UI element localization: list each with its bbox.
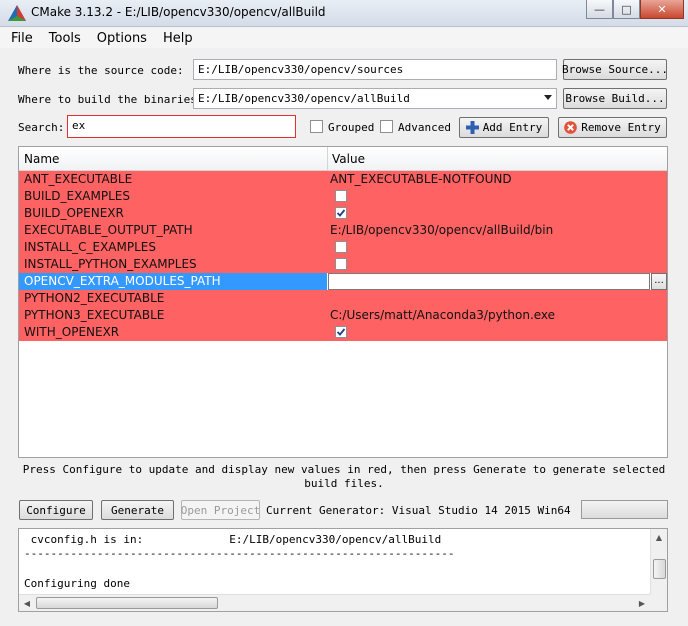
progress-bar	[581, 500, 668, 519]
entry-name: EXECUTABLE_OUTPUT_PATH	[24, 223, 193, 237]
grouped-label: Grouped	[328, 121, 375, 134]
remove-entry-label: Remove Entry	[581, 121, 661, 134]
log-line: Configuring done	[24, 577, 130, 590]
scroll-left-icon[interactable]: ◀	[19, 595, 35, 611]
binaries-path-combo[interactable]: E:/LIB/opencv330/opencv/allBuild	[193, 88, 557, 109]
entry-checkbox[interactable]	[335, 241, 347, 253]
cache-entries-table[interactable]: Name Value ANT_EXECUTABLE ANT_EXECUTABLE…	[18, 146, 668, 458]
add-entry-label: Add Entry	[482, 121, 543, 134]
source-label: Where is the source code:	[18, 64, 184, 77]
title-bar: CMake 3.13.2 - E:/LIB/opencv330/opencv/a…	[0, 0, 688, 27]
menu-bar: File Tools Options Help	[0, 28, 688, 48]
table-header: Name Value	[19, 147, 667, 171]
search-label: Search:	[18, 121, 65, 134]
window-title: CMake 3.13.2 - E:/LIB/opencv330/opencv/a…	[31, 5, 326, 19]
horizontal-scrollbar[interactable]: ◀ ▶	[19, 594, 650, 611]
minimize-button[interactable]: —	[586, 0, 613, 19]
grouped-checkbox[interactable]	[310, 120, 323, 133]
maximize-icon: □	[621, 2, 632, 16]
entry-name: BUILD_EXAMPLES	[24, 189, 130, 203]
entry-name: BUILD_OPENEXR	[24, 206, 124, 220]
column-header-value[interactable]: Value	[332, 152, 365, 166]
entry-name: ANT_EXECUTABLE	[24, 172, 133, 186]
current-generator-label: Current Generator: Visual Studio 14 2015…	[266, 504, 571, 517]
open-project-button[interactable]: Open Project	[181, 500, 260, 520]
chevron-down-icon[interactable]	[544, 95, 552, 100]
maximize-button[interactable]: □	[613, 0, 640, 19]
menu-file[interactable]: File	[11, 31, 33, 46]
output-log[interactable]: cvconfig.h is in: E:/LIB/opencv330/openc…	[18, 528, 668, 612]
search-input[interactable]: ex	[67, 115, 296, 138]
table-row-selected[interactable]: OPENCV_EXTRA_MODULES_PATH ...	[19, 273, 667, 290]
configure-button[interactable]: Configure	[19, 500, 93, 520]
table-row[interactable]: INSTALL_C_EXAMPLES	[19, 239, 667, 256]
entry-checkbox[interactable]	[335, 190, 347, 202]
checkmark-icon	[336, 328, 346, 336]
generate-button[interactable]: Generate	[101, 500, 174, 520]
entry-checkbox[interactable]	[335, 258, 347, 270]
browse-build-button[interactable]: Browse Build...	[563, 88, 667, 109]
log-line: ----------------------------------------…	[24, 547, 455, 560]
scroll-right-icon[interactable]: ▶	[634, 595, 650, 611]
table-row[interactable]: EXECUTABLE_OUTPUT_PATH E:/LIB/opencv330/…	[19, 222, 667, 239]
entry-checkbox-checked[interactable]	[335, 207, 347, 219]
remove-entry-button[interactable]: Remove Entry	[558, 117, 667, 138]
remove-x-icon	[564, 121, 578, 134]
table-row[interactable]: WITH_OPENEXR	[19, 324, 667, 341]
table-row[interactable]: PYTHON2_EXECUTABLE	[19, 290, 667, 307]
minimize-icon: —	[594, 2, 605, 16]
entry-name: INSTALL_C_EXAMPLES	[24, 240, 156, 254]
column-header-name[interactable]: Name	[24, 152, 59, 166]
advanced-checkbox[interactable]	[380, 120, 393, 133]
entry-name: WITH_OPENEXR	[24, 325, 120, 339]
scroll-up-icon[interactable]: ▲	[651, 529, 667, 545]
horizontal-scroll-thumb[interactable]	[36, 597, 218, 609]
menu-tools[interactable]: Tools	[49, 31, 81, 46]
table-row[interactable]: PYTHON3_EXECUTABLE C:/Users/matt/Anacond…	[19, 307, 667, 324]
binaries-path-value: E:/LIB/opencv330/opencv/allBuild	[198, 92, 410, 105]
entry-name: PYTHON2_EXECUTABLE	[24, 291, 165, 305]
entry-checkbox-checked[interactable]	[335, 326, 347, 338]
vertical-scrollbar[interactable]: ▲	[650, 529, 667, 596]
log-line: cvconfig.h is in: E:/LIB/opencv330/openc…	[24, 533, 442, 546]
binaries-label: Where to build the binaries:	[18, 93, 204, 106]
entry-value[interactable]: ANT_EXECUTABLE-NOTFOUND	[330, 172, 512, 186]
configure-hint-text: Press Configure to update and display ne…	[22, 463, 666, 490]
menu-options[interactable]: Options	[97, 31, 147, 46]
add-entry-button[interactable]: Add Entry	[459, 117, 549, 138]
table-row[interactable]: INSTALL_PYTHON_EXAMPLES	[19, 256, 667, 273]
source-path-field[interactable]: E:/LIB/opencv330/opencv/sources	[193, 59, 557, 80]
entry-value[interactable]: E:/LIB/opencv330/opencv/allBuild/bin	[330, 223, 553, 237]
table-row[interactable]: ANT_EXECUTABLE ANT_EXECUTABLE-NOTFOUND	[19, 171, 667, 188]
vertical-scroll-thumb[interactable]	[653, 559, 666, 579]
entry-value-editor[interactable]	[328, 273, 650, 290]
entry-name: OPENCV_EXTRA_MODULES_PATH	[24, 274, 221, 288]
entry-value[interactable]: C:/Users/matt/Anaconda3/python.exe	[330, 308, 555, 322]
advanced-label: Advanced	[398, 121, 451, 134]
menu-help[interactable]: Help	[163, 31, 193, 46]
entry-name: INSTALL_PYTHON_EXAMPLES	[24, 257, 197, 271]
close-icon: ✕	[657, 2, 667, 16]
entry-name: PYTHON3_EXECUTABLE	[24, 308, 165, 322]
table-row[interactable]: BUILD_OPENEXR	[19, 205, 667, 222]
table-row[interactable]: BUILD_EXAMPLES	[19, 188, 667, 205]
plus-icon	[465, 121, 479, 134]
browse-path-button[interactable]: ...	[651, 273, 667, 290]
browse-source-button[interactable]: Browse Source...	[562, 59, 668, 80]
cmake-logo-icon	[8, 5, 26, 21]
close-button[interactable]: ✕	[640, 0, 684, 19]
scroll-corner	[650, 594, 667, 611]
checkmark-icon	[336, 209, 346, 217]
